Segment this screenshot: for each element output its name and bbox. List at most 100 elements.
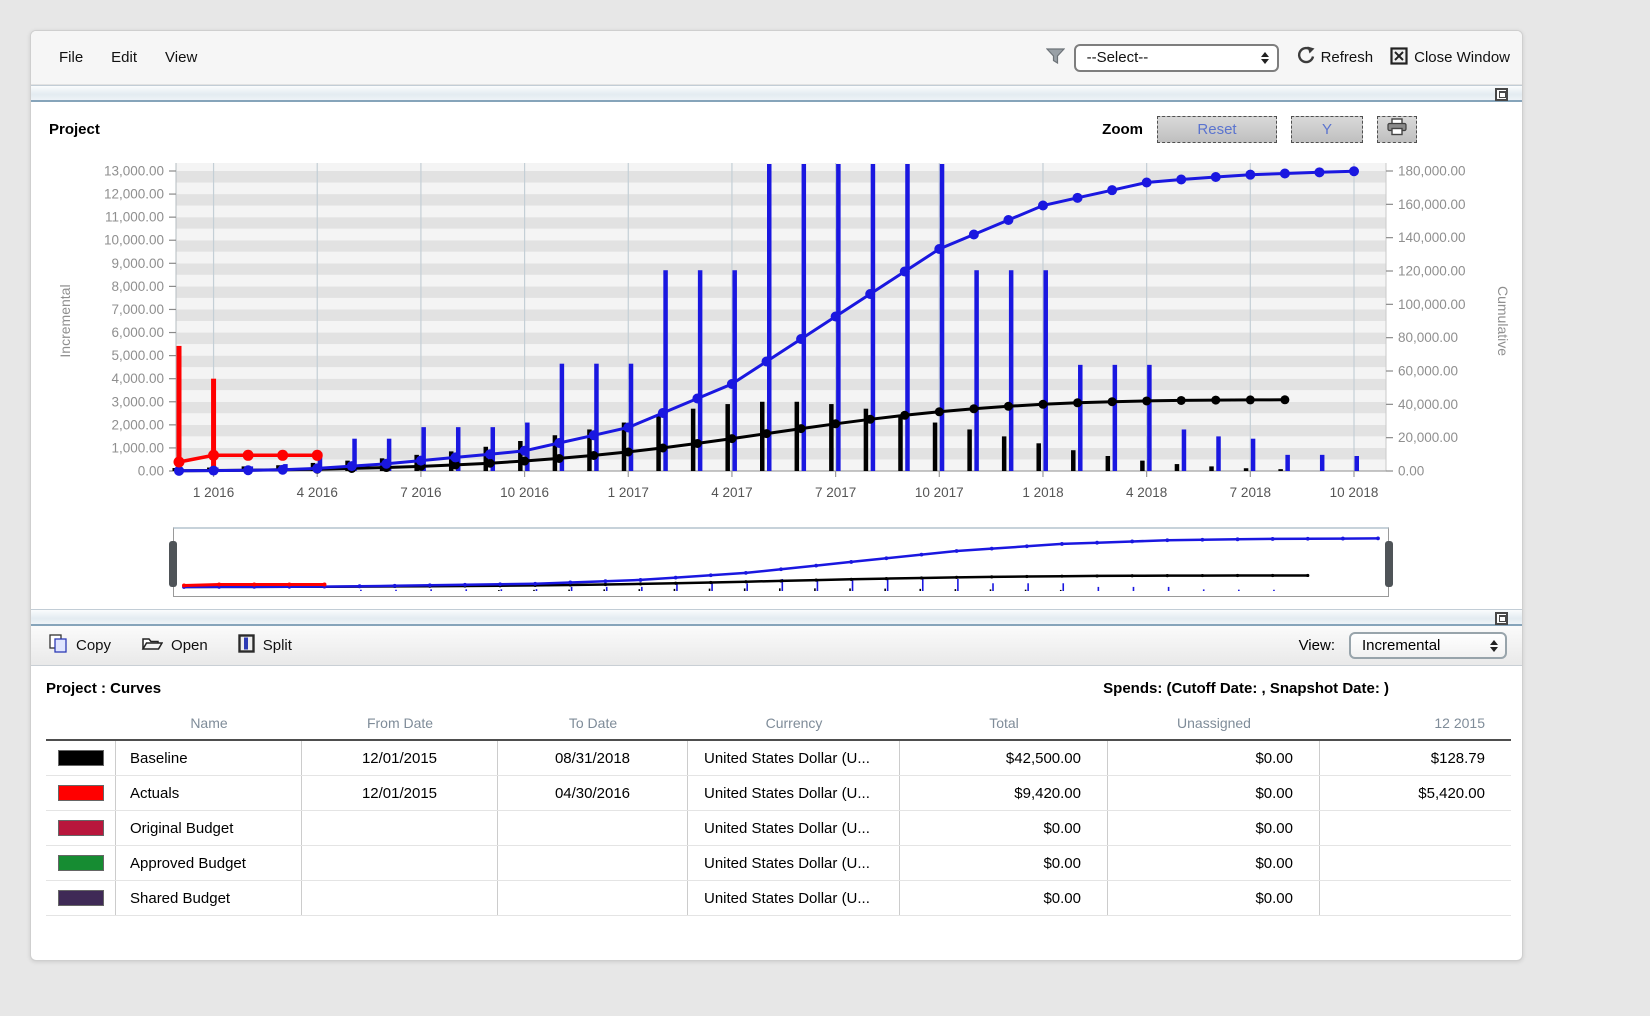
view-select[interactable]: Incremental: [1349, 632, 1507, 659]
column-to-date[interactable]: To Date: [498, 715, 688, 731]
menu-group: File Edit View: [59, 49, 197, 66]
to-date-cell: [498, 811, 688, 845]
table-row[interactable]: Approved Budget United States Dollar (U.…: [46, 846, 1511, 881]
table-row[interactable]: Actuals 12/01/2015 04/30/2016 United Sta…: [46, 776, 1511, 811]
svg-text:1 2018: 1 2018: [1022, 485, 1063, 500]
split-button[interactable]: Split: [238, 634, 292, 657]
total-cell: $9,420.00: [900, 776, 1108, 810]
svg-text:Incremental: Incremental: [57, 284, 73, 357]
zoom-y-button[interactable]: Y: [1291, 116, 1363, 143]
svg-text:80,000.00: 80,000.00: [1398, 330, 1458, 345]
range-chart-svg: [174, 529, 1388, 596]
plot-stripes: [176, 163, 1386, 471]
table-row[interactable]: Original Budget United States Dollar (U.…: [46, 811, 1511, 846]
splitter-bar-top[interactable]: [31, 85, 1522, 102]
svg-text:11,000.00: 11,000.00: [105, 210, 164, 225]
open-button[interactable]: Open: [141, 635, 208, 656]
svg-text:100,000.00: 100,000.00: [1398, 297, 1466, 312]
close-window-button[interactable]: Close Window: [1390, 47, 1510, 69]
spend-curve-chart[interactable]: 0.001,000.002,000.003,000.004,000.005,00…: [46, 151, 1511, 513]
refresh-button[interactable]: Refresh: [1296, 46, 1374, 69]
chart-range-selector[interactable]: [173, 527, 1389, 597]
svg-text:9,000.00: 9,000.00: [111, 256, 164, 271]
column-12-2015[interactable]: 12 2015: [1320, 715, 1511, 731]
zoom-controls: Zoom Reset Y: [1102, 116, 1417, 143]
range-handle-right[interactable]: [1385, 541, 1393, 587]
column-total[interactable]: Total: [900, 715, 1108, 731]
print-button[interactable]: [1377, 116, 1417, 143]
to-date-cell: 08/31/2018: [498, 741, 688, 775]
view-control: View: Incremental: [1299, 632, 1507, 659]
filter-funnel-icon: [1046, 48, 1065, 68]
curve-color-swatch: [58, 785, 104, 801]
svg-text:6,000.00: 6,000.00: [111, 325, 164, 340]
curve-color-swatch: [58, 855, 104, 871]
curve-color-swatch: [58, 820, 104, 836]
curve-name-cell: Approved Budget: [116, 846, 302, 880]
maximize-icon[interactable]: [1495, 612, 1508, 625]
splitter-bar-middle[interactable]: [31, 609, 1522, 626]
table-header-row: Name From Date To Date Currency Total Un…: [46, 707, 1511, 739]
total-cell: $0.00: [900, 846, 1108, 880]
curve-name-cell: Shared Budget: [116, 881, 302, 915]
filter-select-value: --Select--: [1087, 49, 1149, 66]
table-row[interactable]: Shared Budget United States Dollar (U...…: [46, 881, 1511, 916]
range-handle-left[interactable]: [169, 541, 177, 587]
period-12-2015-cell: [1320, 811, 1511, 845]
zoom-label: Zoom: [1102, 121, 1143, 138]
curve-color-cell: [46, 811, 116, 845]
curves-table: Name From Date To Date Currency Total Un…: [46, 707, 1511, 916]
to-date-cell: [498, 881, 688, 915]
currency-cell: United States Dollar (U...: [688, 846, 900, 880]
right-axis-labels: 0.0020,000.0040,000.0060,000.0080,000.00…: [1386, 164, 1466, 479]
menu-view[interactable]: View: [165, 49, 197, 66]
printer-icon: [1386, 118, 1408, 140]
column-from-date[interactable]: From Date: [302, 715, 498, 731]
svg-text:140,000.00: 140,000.00: [1398, 230, 1466, 245]
svg-text:120,000.00: 120,000.00: [1398, 264, 1466, 279]
copy-button[interactable]: Copy: [49, 634, 111, 657]
menu-edit[interactable]: Edit: [111, 49, 137, 66]
svg-text:5,000.00: 5,000.00: [111, 348, 164, 363]
svg-text:160,000.00: 160,000.00: [1398, 197, 1466, 212]
svg-text:8,000.00: 8,000.00: [111, 279, 164, 294]
unassigned-cell: $0.00: [1108, 741, 1320, 775]
svg-text:2,000.00: 2,000.00: [111, 417, 164, 432]
app-window: File Edit View --Select-- Refresh: [30, 30, 1523, 961]
copy-label: Copy: [76, 637, 111, 654]
svg-text:7 2018: 7 2018: [1230, 485, 1271, 500]
view-select-value: Incremental: [1362, 637, 1440, 654]
menu-file[interactable]: File: [59, 49, 83, 66]
svg-text:12,000.00: 12,000.00: [104, 187, 164, 202]
svg-text:4 2017: 4 2017: [711, 485, 752, 500]
svg-text:40,000.00: 40,000.00: [1398, 397, 1458, 412]
currency-cell: United States Dollar (U...: [688, 776, 900, 810]
open-folder-icon: [141, 635, 163, 656]
from-date-cell: 12/01/2015: [302, 741, 498, 775]
unassigned-cell: $0.00: [1108, 846, 1320, 880]
curve-name-cell: Actuals: [116, 776, 302, 810]
currency-cell: United States Dollar (U...: [688, 741, 900, 775]
close-window-label: Close Window: [1414, 49, 1510, 66]
period-12-2015-cell: [1320, 846, 1511, 880]
column-name[interactable]: Name: [116, 715, 302, 731]
refresh-icon: [1296, 46, 1315, 69]
column-unassigned[interactable]: Unassigned: [1108, 715, 1320, 731]
maximize-icon[interactable]: [1495, 88, 1508, 101]
from-date-cell: 12/01/2015: [302, 776, 498, 810]
top-controls: --Select-- Refresh Close Window: [1046, 44, 1510, 72]
period-12-2015-cell: $128.79: [1320, 741, 1511, 775]
curve-name-cell: Baseline: [116, 741, 302, 775]
svg-text:Cumulative: Cumulative: [1495, 286, 1511, 356]
unassigned-cell: $0.00: [1108, 881, 1320, 915]
filter-select[interactable]: --Select--: [1074, 44, 1279, 72]
zoom-reset-button[interactable]: Reset: [1157, 116, 1277, 143]
curve-color-cell: [46, 881, 116, 915]
left-axis-labels: 0.001,000.002,000.003,000.004,000.005,00…: [104, 164, 176, 479]
svg-text:7 2017: 7 2017: [815, 485, 856, 500]
unassigned-cell: $0.00: [1108, 811, 1320, 845]
column-currency[interactable]: Currency: [688, 715, 900, 731]
table-row[interactable]: Baseline 12/01/2015 08/31/2018 United St…: [46, 741, 1511, 776]
from-date-cell: [302, 846, 498, 880]
svg-text:7,000.00: 7,000.00: [111, 302, 164, 317]
